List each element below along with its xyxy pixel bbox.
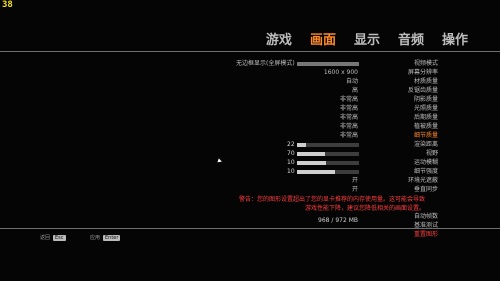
warning-line-1: 警告：您的图形设置超出了您的显卡推荐的内存使用量。这可能会导致 (238, 196, 425, 203)
apply-label: 应用 (90, 235, 101, 241)
back-label: 返回 (40, 235, 51, 241)
slider-fill (297, 152, 325, 156)
bottom-divider (0, 228, 500, 229)
setting-slider[interactable] (297, 152, 359, 156)
mode-indicator-fill (297, 62, 359, 66)
slider-fill (297, 143, 307, 147)
enter-key-icon: Enter (103, 234, 121, 241)
slider-fill (297, 170, 336, 174)
setting-slider[interactable] (297, 143, 359, 147)
mode-indicator (297, 62, 359, 66)
setting-label: 重置图形 (413, 231, 438, 238)
settings-list: 视频模式 无边框显示(全屏模式) 屏幕分辨率 1600 x 900 材质质量 自动 反锯齿质… (0, 0, 500, 281)
setting-row[interactable]: 重置图形 (0, 230, 500, 240)
esc-key-icon: Esc (53, 234, 66, 241)
slider-fill (297, 161, 327, 165)
back-hint[interactable]: 返回 Esc (40, 234, 66, 241)
setting-value: 开 (351, 186, 358, 193)
setting-row[interactable]: 垂直同步 开 (0, 185, 500, 195)
setting-slider[interactable] (297, 170, 359, 174)
setting-slider[interactable] (297, 161, 359, 165)
setting-label: 垂直同步 (413, 186, 438, 193)
warning-line-2: 游戏性能下降，建议您降低相关的画面设置。 (304, 205, 425, 212)
vram-usage: 968 / 972 MB (318, 217, 358, 224)
apply-hint[interactable]: 应用 Enter (90, 234, 121, 241)
